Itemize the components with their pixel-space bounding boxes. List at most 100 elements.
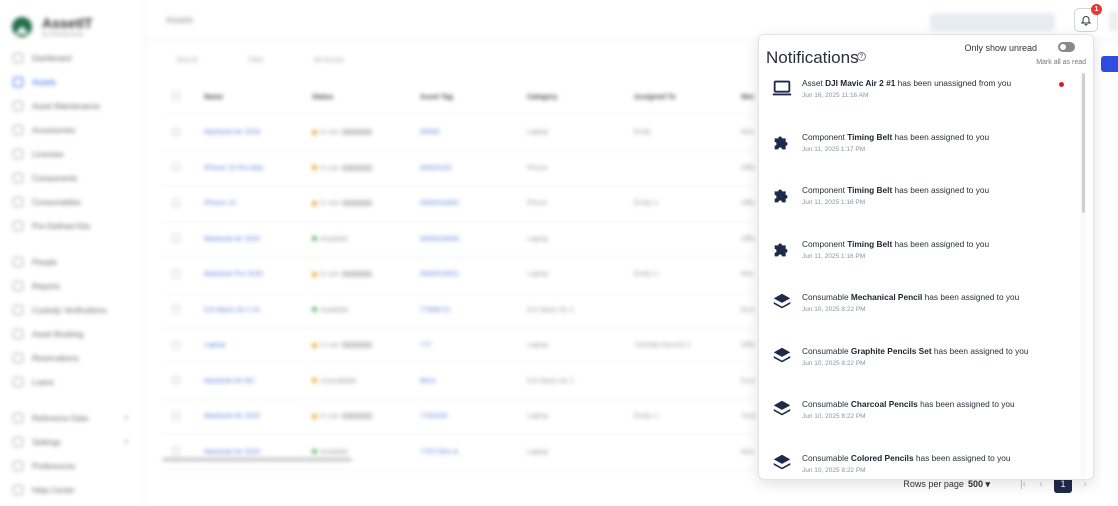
asset-tag-link[interactable]: 777 [420,342,527,349]
checkbox[interactable] [172,92,180,101]
row-checkbox[interactable] [160,447,204,457]
puzzle-icon [771,131,793,153]
notification-item[interactable]: Consumable Colored Pencils has been assi… [759,444,1081,480]
notifications-scrollbar[interactable] [1082,73,1085,213]
notification-item[interactable]: Component Timing Belt has been assigned … [759,176,1081,230]
sidebar-item-assets[interactable]: Assets [0,70,144,94]
asset-name-link[interactable]: iPhone 14 [204,200,312,207]
org-selector[interactable] [930,13,1055,31]
asset-tag-link[interactable]: 0000016001 [420,271,527,278]
only-unread-toggle[interactable] [1058,42,1075,52]
column-header[interactable]: Name [204,94,312,101]
mark-all-read-link[interactable]: Mark all as read [1036,59,1086,66]
sidebar-item-consumables[interactable]: Consumables [0,190,144,214]
sidebar-item-custody-verifications[interactable]: Custody Verifications [0,298,144,322]
sidebar-item-asset-maintenance[interactable]: Asset Maintenance [0,94,144,118]
asset-name-link[interactable]: Laptop [204,342,312,349]
chevron-down-icon[interactable]: ▾ [124,438,128,446]
asset-tag-link[interactable]: 8814 [420,378,527,385]
horizontal-scrollbar[interactable] [162,458,352,461]
sidebar-item-people[interactable]: People [0,250,144,274]
notification-timestamp: Jun 10, 2025 8:22 PM [802,359,866,367]
checkbox[interactable] [172,376,180,385]
sidebar-item-label: Reference Data [32,413,89,423]
notification-item[interactable]: Component Timing Belt has been assigned … [759,123,1081,177]
asset-name-link[interactable]: DJI Mavic Air 2 #1 [204,307,312,314]
sidebar-item-accessories[interactable]: Accessories [0,118,144,142]
checkbox[interactable] [172,234,180,243]
notification-item[interactable]: Asset DJI Mavic Air 2 #1 has been unassi… [759,69,1081,123]
checkbox[interactable] [172,163,180,172]
row-checkbox[interactable] [160,340,204,351]
row-checkbox[interactable] [160,305,204,315]
column-header[interactable]: Asset Tag [420,94,527,101]
sidebar-item-asset-booking[interactable]: Asset Booking [0,322,144,346]
notification-item[interactable]: Consumable Mechanical Pencil has been as… [759,283,1081,337]
asset-name-link[interactable]: Macbook Air M2 [204,378,312,385]
sidebar-item-settings[interactable]: Settings ▾ [0,430,144,454]
user-menu[interactable] [1109,11,1118,31]
asset-tag-link[interactable]: 0000016000 [420,236,527,243]
asset-name-link[interactable]: Macbook Pro 2020 [204,271,312,278]
licenses-icon [13,149,23,159]
checkbox[interactable] [172,447,180,456]
asset-tag-link[interactable]: 77698711 [420,307,527,314]
asset-tag-link[interactable]: 00000 [420,129,527,136]
asset-tag-link[interactable]: 7700100 [420,413,527,420]
message-suffix: has been assigned to you [917,399,1015,409]
search-input[interactable]: Search [176,57,198,64]
notification-item[interactable]: Component Timing Belt has been assigned … [759,230,1081,284]
row-checkbox[interactable] [160,127,204,138]
sidebar-item-reference-data[interactable]: Reference Data ▾ [0,406,144,430]
help-icon[interactable]: ? [857,52,866,61]
view-selector[interactable]: All Assets [314,57,344,64]
asset-name-link[interactable]: Macbook Air 2018 [204,129,312,136]
sidebar-item-pre-defined-kits[interactable]: Pre-Defined Kits [0,214,144,238]
checkbox[interactable] [172,127,180,136]
row-checkbox[interactable] [160,269,204,280]
status-dot [312,449,317,455]
row-checkbox[interactable] [160,376,204,386]
notification-count-badge: 1 [1091,4,1102,15]
checkbox[interactable] [172,305,180,314]
asset-tag-link[interactable]: 00000103 [420,165,527,172]
message-subject: DJI Mavic Air 2 #1 [825,78,896,88]
sidebar-item-reports[interactable]: Reports [0,274,144,298]
checkbox[interactable] [172,269,180,278]
page-title: Assets [166,14,194,25]
notification-item[interactable]: Consumable Graphite Pencils Set has been… [759,337,1081,391]
sidebar-item-help-center[interactable]: Help Center [0,478,144,502]
checkbox[interactable] [172,198,180,207]
asset-name-link[interactable]: Macbook Air 2020 [204,449,312,456]
app-logo[interactable]: AssetIT by DevSamurai [0,0,144,44]
column-header[interactable]: Status [312,94,420,101]
asset-name-link[interactable]: Macbook Air 2020 [204,236,312,243]
asset-tag-link[interactable]: 77977001-A [420,449,527,456]
status-cell: Available [312,307,420,314]
asset-name-link[interactable]: iPhone 15 Pro Max [204,165,312,172]
rows-per-page[interactable]: Rows per page 500 ▾ [903,479,990,490]
checkbox[interactable] [172,340,180,349]
sidebar-item-reservations[interactable]: Reservations [0,346,144,370]
primary-action-button[interactable] [1101,56,1118,72]
sidebar-item-preferences[interactable]: Preferences [0,454,144,478]
row-checkbox[interactable] [160,411,204,422]
column-header[interactable]: Assigned To [634,94,741,101]
column-header[interactable]: Category [527,94,634,101]
sidebar-item-components[interactable]: Components [0,166,144,190]
select-all-checkbox[interactable] [160,92,204,102]
notification-item[interactable]: Consumable Charcoal Pencils has been ass… [759,390,1081,444]
sidebar-item-licenses[interactable]: Licenses [0,142,144,166]
row-checkbox[interactable] [160,234,204,244]
row-checkbox[interactable] [160,198,204,209]
sidebar-item-dashboard[interactable]: Dashboard [0,46,144,70]
filter-button[interactable]: Filter [248,57,264,64]
asset-tag-link[interactable]: 0000016002 [420,200,527,207]
notifications-button[interactable]: 1 [1074,4,1102,32]
chevron-down-icon[interactable]: ▾ [124,414,128,422]
row-checkbox[interactable] [160,163,204,173]
checkbox[interactable] [172,411,180,420]
notification-message: Consumable Graphite Pencils Set has been… [802,346,1028,356]
sidebar-item-loans[interactable]: Loans [0,370,144,394]
asset-name-link[interactable]: Macbook Air 2020 [204,413,312,420]
